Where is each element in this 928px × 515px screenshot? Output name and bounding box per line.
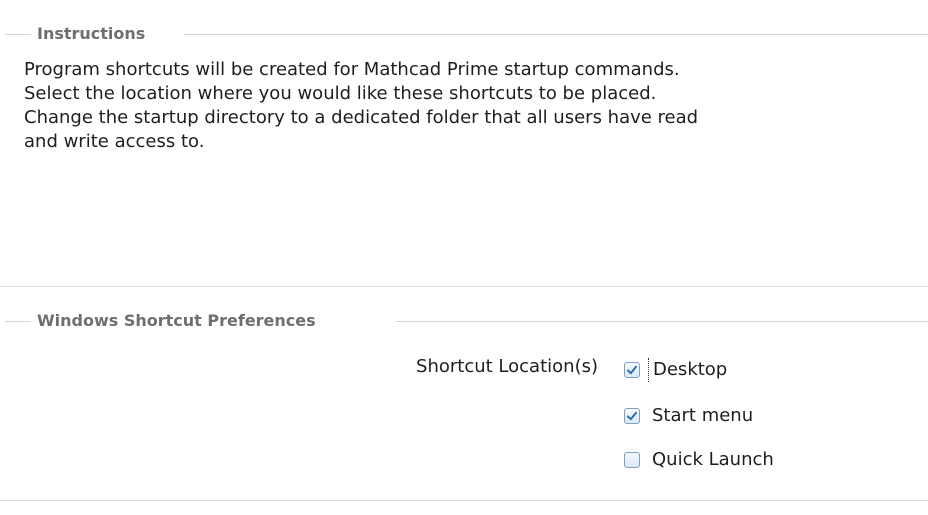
group-header-dash — [5, 34, 31, 35]
quick-launch-checkbox-row[interactable]: Quick Launch — [624, 447, 774, 473]
quick-launch-checkbox[interactable] — [624, 452, 640, 468]
section-divider — [0, 286, 928, 287]
start-menu-checkbox[interactable] — [624, 408, 640, 424]
group-header-rule — [396, 321, 928, 322]
section-divider — [0, 500, 928, 501]
checkmark-icon — [627, 411, 637, 421]
desktop-checkbox-row[interactable]: Desktop — [624, 357, 727, 383]
preferences-group-header: Windows Shortcut Preferences — [0, 311, 928, 331]
instructions-group-header: Instructions — [0, 24, 928, 44]
instructions-line: and write access to. — [24, 131, 205, 152]
instructions-line: Change the startup directory to a dedica… — [24, 107, 699, 128]
instructions-title: Instructions — [37, 24, 146, 43]
start-menu-checkbox-row[interactable]: Start menu — [624, 403, 753, 429]
start-menu-checkbox-label[interactable]: Start menu — [650, 404, 753, 428]
desktop-checkbox[interactable] — [624, 362, 640, 378]
instructions-line: Program shortcuts will be created for Ma… — [24, 59, 680, 80]
desktop-checkbox-label[interactable]: Desktop — [648, 358, 727, 382]
group-header-rule — [184, 34, 928, 35]
instructions-line: Select the location where you would like… — [24, 83, 657, 104]
quick-launch-checkbox-label[interactable]: Quick Launch — [650, 448, 774, 472]
group-header-dash — [5, 321, 31, 322]
instructions-text: Program shortcuts will be created for Ma… — [24, 58, 904, 154]
shortcut-location-label: Shortcut Location(s) — [416, 356, 598, 377]
preferences-title: Windows Shortcut Preferences — [37, 311, 316, 330]
checkmark-icon — [627, 365, 637, 375]
shortcut-preferences-page: Instructions Program shortcuts will be c… — [0, 0, 928, 515]
